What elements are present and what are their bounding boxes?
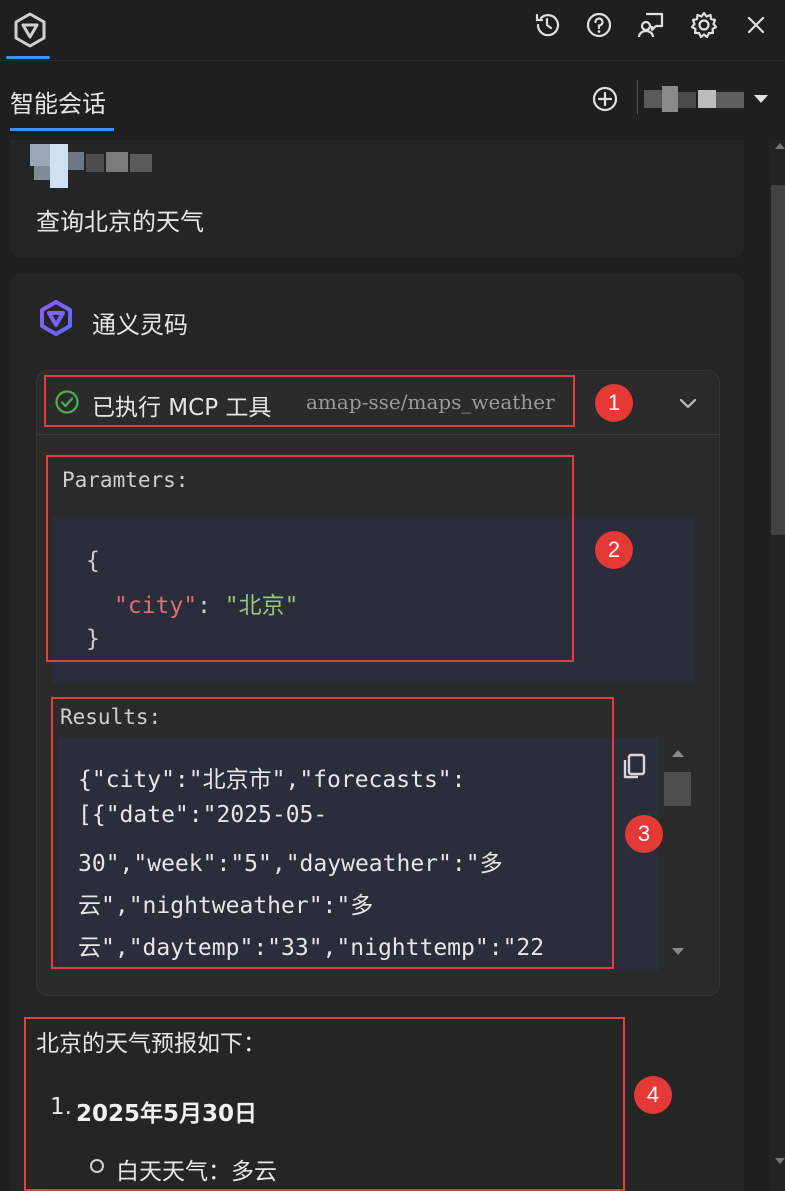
model-selector-dropdown[interactable] bbox=[640, 80, 780, 122]
results-scroll-down-icon[interactable] bbox=[672, 948, 684, 955]
close-icon[interactable] bbox=[735, 4, 777, 46]
scroll-down-arrow-icon[interactable] bbox=[775, 1158, 785, 1164]
user-avatar bbox=[30, 144, 160, 192]
history-icon[interactable] bbox=[526, 4, 568, 46]
scroll-up-arrow-icon[interactable] bbox=[775, 143, 785, 149]
new-chat-icon[interactable] bbox=[590, 84, 620, 114]
annotation-box-1 bbox=[44, 375, 575, 427]
chevron-down-icon[interactable] bbox=[676, 391, 700, 415]
annotation-badge-2: 2 bbox=[595, 531, 633, 569]
app-logo-icon[interactable] bbox=[10, 10, 50, 50]
feedback-icon[interactable] bbox=[630, 4, 672, 46]
chevron-down-icon bbox=[754, 95, 768, 103]
annotation-box-2 bbox=[46, 455, 574, 662]
results-scroll-up-icon[interactable] bbox=[672, 750, 684, 757]
annotation-box-4 bbox=[24, 1017, 625, 1191]
tab-active-underline bbox=[10, 128, 114, 131]
tool-header-divider bbox=[36, 434, 720, 435]
tab-separator bbox=[637, 80, 638, 114]
annotation-badge-3: 3 bbox=[625, 815, 663, 853]
help-icon[interactable] bbox=[578, 4, 620, 46]
assistant-logo-icon bbox=[36, 298, 76, 338]
annotation-badge-4: 4 bbox=[634, 1076, 672, 1114]
annotation-box-3 bbox=[51, 697, 614, 969]
active-indicator bbox=[6, 56, 50, 59]
assistant-name: 通义灵码 bbox=[92, 311, 188, 339]
page-scrollbar-thumb[interactable] bbox=[771, 185, 785, 535]
settings-icon[interactable] bbox=[683, 4, 725, 46]
annotation-badge-1: 1 bbox=[595, 384, 633, 422]
user-message-text: 查询北京的天气 bbox=[36, 208, 204, 236]
tab-smart-chat[interactable]: 智能会话 bbox=[10, 84, 106, 119]
copy-icon[interactable] bbox=[620, 751, 648, 781]
results-scrollbar-thumb[interactable] bbox=[664, 772, 691, 806]
